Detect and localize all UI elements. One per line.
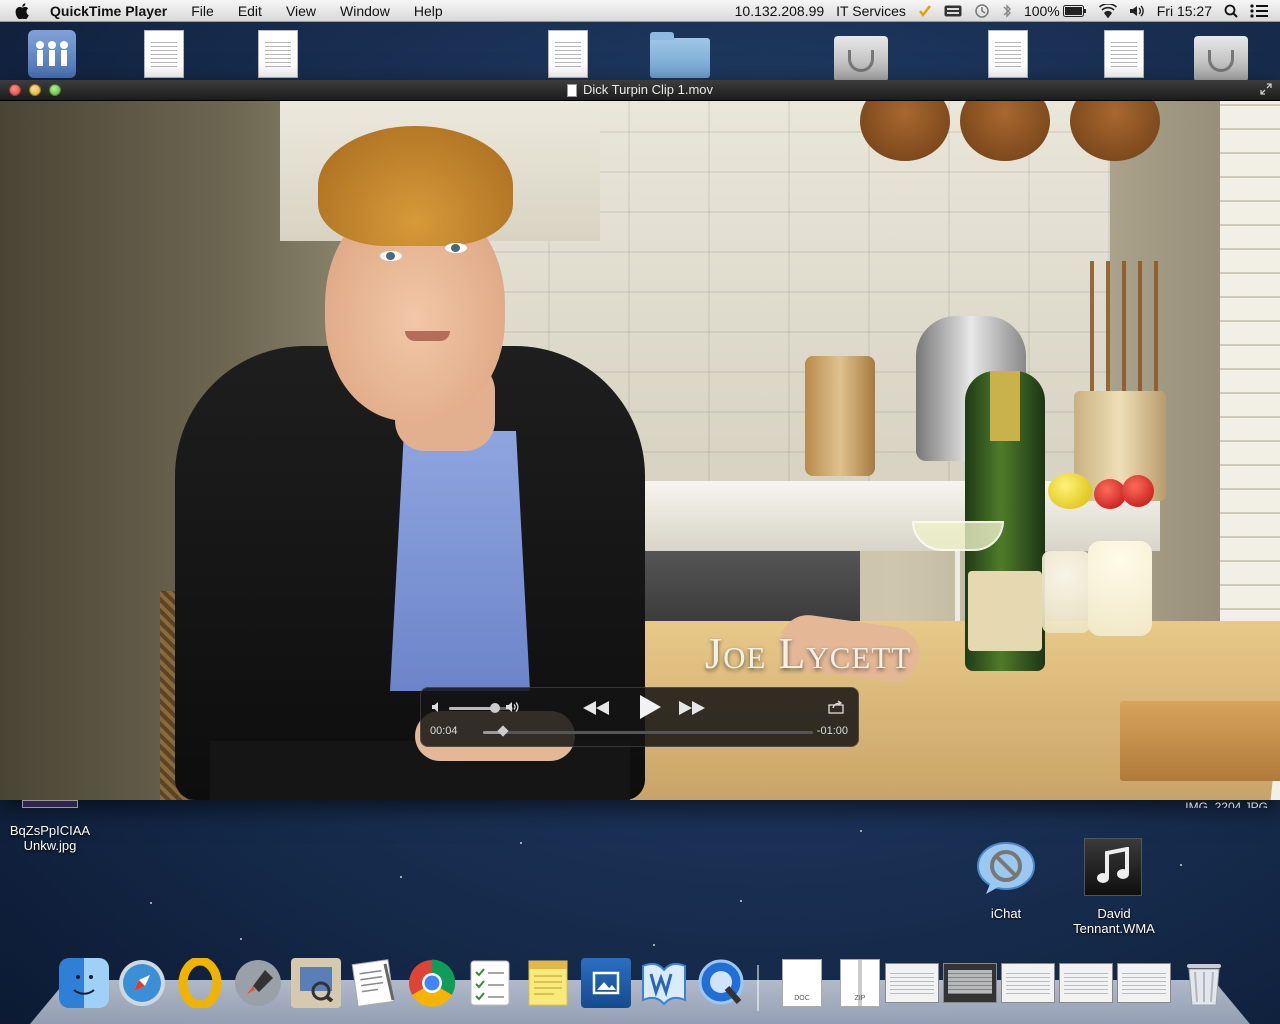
document-icon[interactable] (984, 30, 1032, 80)
outlook-icon[interactable] (172, 955, 228, 1011)
doc-file-icon[interactable]: DOC (774, 955, 830, 1011)
notification-center-icon[interactable] (1250, 3, 1268, 18)
window-title-text: Dick Turpin Clip 1.mov (582, 82, 714, 97)
menu-view[interactable]: View (274, 0, 328, 22)
battery-status[interactable]: 100% (1024, 3, 1087, 19)
battery-percent: 100% (1023, 2, 1060, 19)
rewind-button[interactable] (581, 697, 611, 719)
menu-bar: QuickTime Player File Edit View Window H… (0, 0, 1280, 22)
zip-file-icon[interactable]: ZIP (832, 955, 888, 1011)
user-menu[interactable]: IT Services (836, 3, 906, 19)
launchpad-icon[interactable] (230, 955, 286, 1011)
hard-drive-icon[interactable] (1194, 30, 1252, 82)
menu-edit[interactable]: Edit (226, 0, 274, 22)
safari-icon[interactable] (114, 955, 170, 1011)
battery-icon (1062, 4, 1086, 17)
chrome-icon[interactable] (404, 955, 460, 1011)
remaining-time: -01:00 (816, 725, 848, 737)
folder-icon[interactable] (650, 30, 714, 80)
music-file-label[interactable]: David Tennant.WMA (1064, 906, 1164, 936)
play-button[interactable] (635, 694, 665, 720)
image-file-thumbnail[interactable] (22, 800, 78, 808)
time-machine-icon[interactable] (974, 3, 990, 19)
checkmark-icon[interactable] (918, 4, 932, 18)
finder-icon[interactable] (56, 955, 112, 1011)
ichat-icon[interactable] (976, 840, 1036, 896)
minimized-window-icon[interactable] (884, 955, 940, 1011)
movie-file-icon (566, 83, 577, 97)
volume-knob[interactable] (490, 703, 501, 713)
trash-icon[interactable] (1176, 955, 1232, 1011)
minimized-window-icon[interactable] (1116, 955, 1172, 1011)
share-button[interactable] (826, 697, 846, 717)
volume-high-icon (505, 701, 521, 716)
word-icon[interactable] (636, 955, 692, 1011)
video-frame[interactable]: Joe Lycett 00:04 -01:00 (0, 101, 1280, 800)
playback-controls: 00:04 -01:00 (420, 687, 859, 747)
window-title: Dick Turpin Clip 1.mov (0, 80, 1280, 100)
document-icon[interactable] (1100, 30, 1148, 80)
document-icon[interactable] (544, 30, 592, 80)
dock-separator (757, 965, 759, 1011)
app-menu[interactable]: QuickTime Player (42, 0, 179, 22)
minimized-window-icon[interactable] (1000, 955, 1056, 1011)
zip-badge: ZIP (840, 959, 880, 1007)
scrubber-track[interactable] (483, 731, 813, 734)
photo-app-icon[interactable] (578, 955, 634, 1011)
image-file-label-fragment: IMG_2204.JPG (1185, 800, 1268, 808)
spotlight-icon[interactable] (1224, 4, 1238, 18)
wifi-icon[interactable] (1098, 3, 1117, 18)
fast-forward-button[interactable] (677, 697, 707, 719)
menu-window[interactable]: Window (328, 0, 402, 22)
menu-file[interactable]: File (179, 0, 226, 22)
textedit-icon[interactable] (346, 955, 402, 1011)
image-file-label[interactable]: BqZsPpICIAA Unkw.jpg (4, 823, 96, 853)
ip-address[interactable]: 10.132.208.99 (735, 3, 825, 19)
quicktime-icon[interactable] (694, 955, 750, 1011)
hard-drive-icon[interactable] (834, 30, 892, 82)
playhead[interactable] (497, 725, 509, 737)
keyboard-icon[interactable] (944, 5, 962, 17)
document-icon[interactable] (140, 30, 188, 80)
lower-third-caption: Joe Lycett (705, 629, 912, 678)
reminders-icon[interactable] (462, 955, 518, 1011)
quicktime-window: Dick Turpin Clip 1.mov Joe Lycett 00:04 … (0, 80, 1280, 800)
volume-icon[interactable] (1129, 4, 1145, 18)
ichat-label[interactable]: iChat (970, 906, 1042, 921)
document-icon[interactable] (254, 30, 302, 80)
fullscreen-icon[interactable] (1260, 83, 1272, 98)
bluetooth-icon[interactable] (1002, 3, 1012, 19)
stickies-icon[interactable] (520, 955, 576, 1011)
apple-menu-icon[interactable] (12, 2, 32, 19)
doc-badge: DOC (782, 959, 822, 1007)
music-file-icon[interactable] (1084, 838, 1142, 896)
window-titlebar[interactable]: Dick Turpin Clip 1.mov (0, 80, 1280, 101)
volume-slider[interactable] (449, 707, 513, 710)
clock[interactable]: Fri 15:27 (1157, 3, 1212, 19)
network-drive-icon[interactable] (28, 30, 76, 80)
minimized-window-icon[interactable] (942, 955, 998, 1011)
volume-low-icon (431, 701, 443, 716)
minimized-window-icon[interactable] (1058, 955, 1114, 1011)
preview-icon[interactable] (288, 955, 344, 1011)
dock: DOC ZIP (52, 955, 1232, 1015)
elapsed-time: 00:04 (430, 725, 458, 737)
status-area: 10.132.208.99 IT Services 100% Fri 15:27 (729, 0, 1280, 22)
menu-help[interactable]: Help (402, 0, 455, 22)
